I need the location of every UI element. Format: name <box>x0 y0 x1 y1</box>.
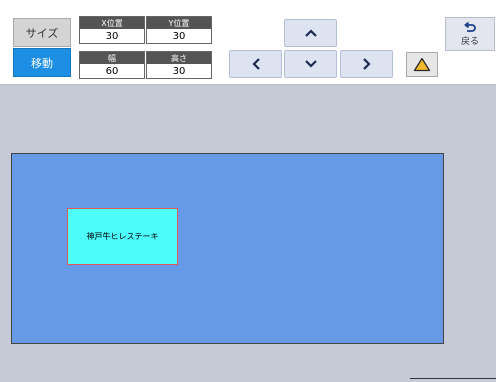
warning-button[interactable] <box>406 52 438 77</box>
toolbar: サイズ 移動 X位置 30 Y位置 30 幅 60 高さ 30 戻る <box>0 0 496 85</box>
move-right-button[interactable] <box>340 50 393 78</box>
width-label: 幅 <box>80 52 144 64</box>
chevron-left-icon <box>251 58 260 70</box>
width-value[interactable]: 60 <box>80 64 144 78</box>
x-position-field[interactable]: X位置 30 <box>79 16 145 44</box>
y-position-field[interactable]: Y位置 30 <box>146 16 212 44</box>
size-mode-button[interactable]: サイズ <box>13 18 71 47</box>
x-position-label: X位置 <box>80 17 144 29</box>
move-left-button[interactable] <box>229 50 282 78</box>
y-position-label: Y位置 <box>147 17 211 29</box>
back-button-label: 戻る <box>460 36 479 47</box>
chevron-down-icon <box>304 60 317 68</box>
return-arrow-icon <box>464 21 476 32</box>
y-position-value[interactable]: 30 <box>147 29 211 43</box>
layout-canvas[interactable]: 神戸牛ヒレステーキ <box>11 153 444 344</box>
height-value[interactable]: 30 <box>147 64 211 78</box>
width-field[interactable]: 幅 60 <box>79 51 145 79</box>
chevron-right-icon <box>362 58 371 70</box>
move-mode-button[interactable]: 移動 <box>13 48 71 77</box>
height-label: 高さ <box>147 52 211 64</box>
move-down-button[interactable] <box>284 50 337 78</box>
x-position-value[interactable]: 30 <box>80 29 144 43</box>
move-up-button[interactable] <box>284 19 337 47</box>
divider-line <box>410 378 496 379</box>
chevron-up-icon <box>304 29 317 37</box>
height-field[interactable]: 高さ 30 <box>146 51 212 79</box>
back-button[interactable]: 戻る <box>445 17 495 51</box>
warning-triangle-icon <box>413 57 431 72</box>
menu-item-box[interactable]: 神戸牛ヒレステーキ <box>67 208 178 265</box>
